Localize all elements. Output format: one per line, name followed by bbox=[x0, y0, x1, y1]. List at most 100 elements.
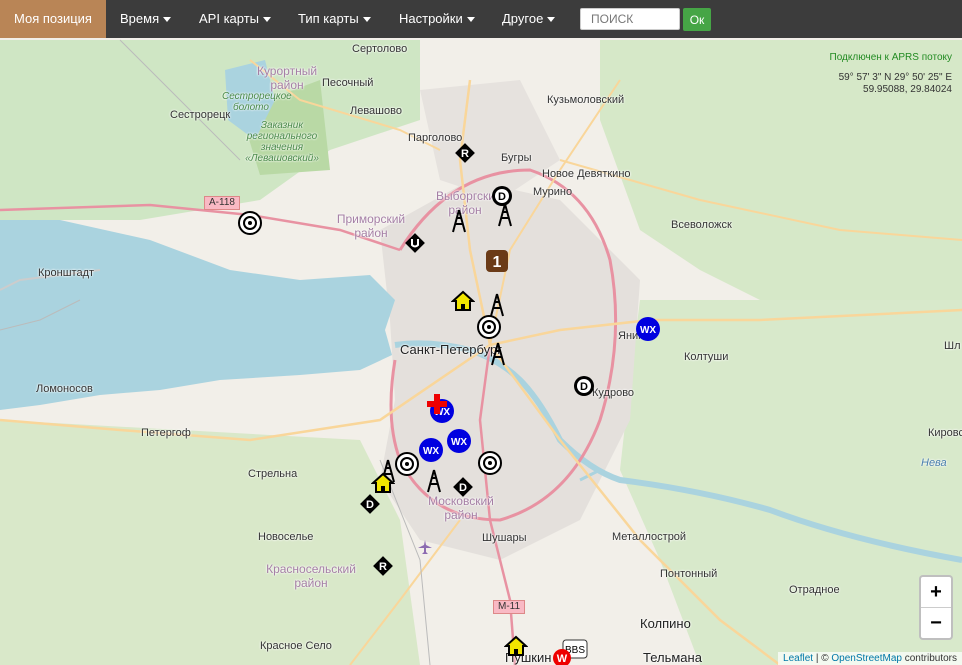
caret-down-icon bbox=[547, 17, 556, 23]
label-pesochny: Песочный bbox=[322, 77, 374, 89]
road-shield-m11: М-11 bbox=[493, 600, 526, 614]
nav-map-api-menu[interactable]: API карты bbox=[199, 0, 272, 38]
label-primorsky: Приморский район bbox=[336, 212, 406, 240]
top-navbar: Моя позиция Время API карты Тип карты На… bbox=[0, 0, 962, 38]
aprs-diamond-d-icon[interactable]: D bbox=[452, 476, 474, 498]
label-murino: Мурино bbox=[533, 186, 573, 198]
label-sestroretsk-bog: Сестрорецкое болото bbox=[222, 91, 292, 113]
label-novoe-devyatkino: Новое Девяткино bbox=[542, 168, 631, 180]
house-icon[interactable] bbox=[504, 635, 528, 657]
map-attribution: Leaflet | © OpenStreetMap contributors bbox=[778, 652, 962, 665]
label-bugry: Бугры bbox=[501, 152, 532, 164]
marker-d-text: D bbox=[459, 482, 467, 494]
label-kurortny: Курортный район bbox=[256, 64, 318, 92]
road-shield-a118: А-118 bbox=[204, 196, 240, 210]
weather-station-icon[interactable]: WX bbox=[418, 437, 444, 463]
nav-map-type-label: Тип карты bbox=[298, 11, 359, 26]
label-kolpino: Колпино bbox=[640, 616, 691, 631]
radio-tower-icon[interactable] bbox=[497, 202, 513, 228]
aprs-target-icon[interactable] bbox=[477, 315, 501, 339]
nav-other-menu[interactable]: Другое bbox=[502, 0, 556, 38]
aprs-diamond-u-icon[interactable] bbox=[404, 232, 426, 254]
nav-map-type-menu[interactable]: Тип карты bbox=[298, 0, 371, 38]
marker-r-text: R bbox=[461, 148, 469, 160]
aprs-number-icon[interactable]: 1 bbox=[485, 249, 509, 273]
nav-my-position[interactable]: Моя позиция bbox=[0, 0, 106, 38]
red-w-icon[interactable]: W bbox=[552, 648, 572, 665]
attribution-contributors: contributors bbox=[901, 653, 957, 664]
label-kuzmolovsky: Кузьмоловский bbox=[547, 94, 625, 106]
label-kudrovo: Кудрово bbox=[592, 387, 635, 399]
coordinates-dms: 59° 57' 3" N 29° 50' 25" E bbox=[838, 72, 952, 83]
label-levashovo: Левашово bbox=[350, 105, 402, 117]
house-icon[interactable] bbox=[371, 472, 395, 494]
coordinates-decimal: 59.95088, 29.84024 bbox=[863, 84, 952, 95]
label-vsevolozhsk: Всеволожск bbox=[671, 219, 732, 231]
label-telmana: Тельмана bbox=[643, 650, 702, 665]
aprs-digipeater-d-icon[interactable]: D bbox=[573, 375, 595, 397]
zoom-control: + − bbox=[919, 575, 953, 640]
aprs-diamond-r-icon[interactable]: R bbox=[454, 142, 476, 164]
label-neva: Нева bbox=[921, 457, 947, 469]
label-spb: Санкт-Петербург bbox=[400, 342, 502, 357]
label-shl: Шл bbox=[944, 340, 961, 352]
aprs-diamond-r-icon[interactable]: R bbox=[372, 555, 394, 577]
nav-time-menu[interactable]: Время bbox=[120, 0, 172, 38]
nav-settings-menu[interactable]: Настройки bbox=[399, 0, 475, 38]
map-view[interactable]: Сертолово Курортный район Песочный Леваш… bbox=[0, 38, 962, 665]
marker-r-text: R bbox=[379, 561, 387, 573]
aprs-target-icon[interactable] bbox=[478, 451, 502, 475]
connection-status: Подключен к APRS потоку bbox=[829, 52, 952, 63]
search-ok-button[interactable]: Ок bbox=[683, 8, 711, 31]
nav-map-api-label: API карты bbox=[199, 11, 260, 26]
weather-station-icon[interactable]: WX bbox=[446, 428, 472, 454]
zoom-out-button[interactable]: − bbox=[921, 608, 951, 638]
label-sertolovo: Сертолово bbox=[352, 43, 408, 55]
marker-wx-text: WX bbox=[640, 325, 656, 336]
house-icon[interactable] bbox=[451, 290, 475, 312]
label-metallostroy: Металлострой bbox=[612, 531, 687, 543]
radio-tower-icon[interactable] bbox=[489, 292, 505, 318]
marker-d-text: D bbox=[580, 381, 588, 393]
nav-settings-label: Настройки bbox=[399, 11, 463, 26]
cursor-coordinates: 59° 57' 3" N 29° 50' 25" E 59.95088, 29.… bbox=[839, 72, 952, 96]
label-shushary: Шушары bbox=[482, 532, 527, 544]
label-zakaznik: Заказник регионального значения «Левашов… bbox=[245, 120, 319, 164]
label-pontonny: Понтонный bbox=[660, 568, 718, 580]
airplane-icon bbox=[418, 540, 432, 554]
nav-time-label: Время bbox=[120, 11, 160, 26]
marker-w-text: W bbox=[557, 653, 568, 665]
label-kirovsk: Кировск bbox=[928, 427, 962, 439]
zoom-in-button[interactable]: + bbox=[921, 577, 951, 608]
red-cross-icon[interactable] bbox=[425, 392, 449, 416]
radio-tower-icon[interactable] bbox=[426, 468, 442, 494]
label-moskovsky: Московский район bbox=[428, 494, 494, 522]
label-petergof: Петергоф bbox=[141, 427, 191, 439]
radio-tower-icon[interactable] bbox=[451, 208, 467, 234]
label-lomonosov: Ломоносов bbox=[36, 383, 93, 395]
label-krasnoe-selo: Красное Село bbox=[260, 640, 332, 652]
aprs-target-icon[interactable] bbox=[395, 452, 419, 476]
caret-down-icon bbox=[163, 17, 172, 23]
label-kronshtadt: Кронштадт bbox=[38, 267, 95, 279]
weather-station-icon[interactable]: WX bbox=[635, 316, 661, 342]
marker-wx-text: WX bbox=[423, 446, 439, 457]
label-novoselye: Новоселье bbox=[258, 531, 314, 543]
nav-other-label: Другое bbox=[502, 11, 544, 26]
label-koltushi: Колтуши bbox=[684, 351, 729, 363]
attribution-separator: | © bbox=[813, 653, 832, 664]
aprs-diamond-d-icon[interactable]: D bbox=[359, 493, 381, 515]
caret-down-icon bbox=[263, 17, 272, 23]
label-otradnoe: Отрадное bbox=[789, 584, 840, 596]
search-input[interactable] bbox=[580, 8, 680, 30]
radio-tower-icon[interactable] bbox=[490, 341, 506, 367]
marker-wx-text: WX bbox=[451, 437, 467, 448]
leaflet-link[interactable]: Leaflet bbox=[783, 653, 813, 664]
label-krasnoselsky: Красносельский район bbox=[266, 562, 356, 590]
caret-down-icon bbox=[466, 17, 475, 23]
marker-d-text: D bbox=[366, 499, 374, 511]
label-strelna: Стрельна bbox=[248, 468, 298, 480]
aprs-target-icon[interactable] bbox=[238, 211, 262, 235]
osm-link[interactable]: OpenStreetMap bbox=[831, 653, 902, 664]
caret-down-icon bbox=[362, 17, 371, 23]
